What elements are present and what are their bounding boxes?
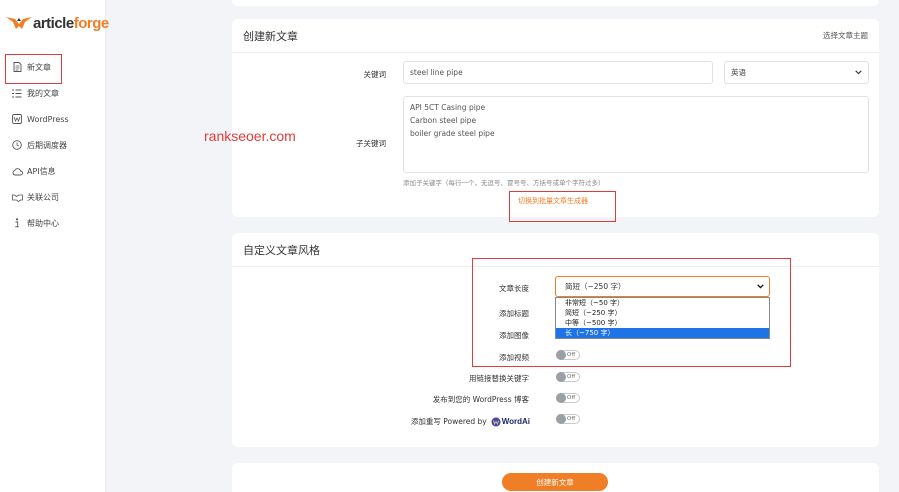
handshake-icon bbox=[11, 191, 23, 203]
sidebar-item-affiliates[interactable]: 关联公司 bbox=[0, 184, 106, 210]
select-topic-link[interactable]: 选择文章主题 bbox=[823, 30, 868, 41]
sidebar-item-wordpress[interactable]: WordPress bbox=[0, 106, 106, 132]
chevron-down-icon bbox=[757, 282, 764, 291]
link-replace-label: 用链接替换关键字 bbox=[469, 374, 529, 383]
sidebar-item-label: 关联公司 bbox=[27, 192, 59, 202]
eagle-logo-icon bbox=[6, 17, 32, 29]
wordpress-icon bbox=[11, 113, 23, 125]
length-option[interactable]: 非常短（~50 字） bbox=[556, 298, 769, 308]
sub-keyword-label: 子关键词 bbox=[356, 139, 386, 148]
sidebar: articleforge 新文章 我的文章 WordPress 后期调度器 AP… bbox=[0, 0, 109, 492]
toggle-state: Off bbox=[567, 395, 576, 401]
add-image-label: 添加图像 bbox=[499, 331, 529, 340]
sidebar-item-api[interactable]: API信息 bbox=[0, 158, 106, 184]
list-icon bbox=[11, 87, 23, 99]
toggle-knob bbox=[556, 393, 566, 403]
card-title: 自定义文章风格 bbox=[243, 244, 320, 257]
sidebar-item-scheduler[interactable]: 后期调度器 bbox=[0, 132, 106, 158]
sidebar-item-help[interactable]: 帮助中心 bbox=[0, 210, 106, 236]
toggle-knob bbox=[556, 350, 566, 360]
wordai-mark-icon bbox=[491, 417, 501, 426]
add-video-label: 添加视频 bbox=[499, 353, 529, 362]
bulk-generator-link[interactable]: 切换到批量文章生成器 bbox=[518, 196, 588, 206]
sidebar-item-label: 后期调度器 bbox=[27, 140, 67, 150]
sidebar-item-my-articles[interactable]: 我的文章 bbox=[0, 80, 106, 106]
keyword-label: 关键词 bbox=[363, 70, 387, 79]
sub-keyword-line: Carbon steel pipe bbox=[410, 116, 477, 125]
divider bbox=[232, 52, 879, 53]
sidebar-item-label: 帮助中心 bbox=[27, 218, 59, 228]
sub-keyword-textarea[interactable]: API 5CT Casing pipe Carbon steel pipe bo… bbox=[403, 96, 869, 173]
article-length-select[interactable]: 简短（~250 字） bbox=[555, 276, 770, 297]
sub-keyword-line: API 5CT Casing pipe bbox=[410, 103, 486, 112]
document-icon bbox=[11, 61, 23, 73]
logo-wordmark: articleforge bbox=[33, 14, 109, 32]
create-article-button[interactable]: 创建新文章 bbox=[502, 473, 608, 491]
watermark-text: rankseoer.com bbox=[204, 128, 296, 144]
wordai-logo: WordAi bbox=[491, 417, 530, 427]
sidebar-item-label: WordPress bbox=[27, 114, 69, 124]
add-rewrite-label: 添加重写 Powered by bbox=[410, 417, 487, 426]
sidebar-item-new-article[interactable]: 新文章 bbox=[0, 54, 106, 84]
length-option[interactable]: 简短（~250 字） bbox=[556, 308, 769, 318]
article-length-dropdown: 非常短（~50 字） 简短（~250 字） 中等（~500 字） 长（~750 … bbox=[555, 297, 770, 339]
toggle-state: Off bbox=[567, 374, 576, 380]
language-value: 英语 bbox=[731, 68, 746, 77]
article-length-label: 文章长度 bbox=[499, 284, 529, 293]
toggle-knob bbox=[556, 372, 566, 382]
chevron-down-icon bbox=[855, 68, 862, 77]
link-replace-toggle[interactable]: Off bbox=[556, 372, 580, 382]
add-title-label: 添加标题 bbox=[499, 309, 529, 318]
toggle-knob bbox=[556, 414, 566, 424]
sidebar-item-label: API信息 bbox=[27, 166, 56, 176]
keyword-input[interactable]: steel line pipe bbox=[403, 61, 713, 84]
clock-icon bbox=[11, 139, 23, 151]
publish-wordpress-label: 发布到您的 WordPress 博客 bbox=[432, 395, 529, 404]
add-video-toggle[interactable]: Off bbox=[556, 350, 580, 360]
language-select[interactable]: 英语 bbox=[724, 61, 869, 84]
toggle-state: Off bbox=[567, 416, 576, 422]
custom-style-card: 自定义文章风格 bbox=[232, 233, 879, 447]
sidebar-nav: 新文章 我的文章 WordPress 后期调度器 API信息 关联公司 帮助中心 bbox=[0, 54, 106, 236]
wordai-name: WordAi bbox=[501, 417, 530, 426]
divider bbox=[232, 266, 879, 267]
info-icon bbox=[11, 217, 23, 229]
card-title: 创建新文章 bbox=[243, 30, 298, 43]
articleforge-logo[interactable]: articleforge bbox=[6, 12, 109, 34]
length-option[interactable]: 中等（~500 字） bbox=[556, 318, 769, 328]
sub-keyword-line: boiler grade steel pipe bbox=[410, 129, 495, 138]
sub-keyword-hint: 添加子关键字（每行一个，无逗号、冒号号、方括号或单个字符过多） bbox=[403, 179, 605, 187]
article-length-value: 简短（~250 字） bbox=[565, 282, 626, 291]
publish-wordpress-toggle[interactable]: Off bbox=[556, 393, 580, 403]
add-rewrite-row: 添加重写 Powered by WordAi bbox=[380, 416, 530, 427]
sidebar-item-label: 新文章 bbox=[27, 62, 51, 72]
add-rewrite-toggle[interactable]: Off bbox=[556, 414, 580, 424]
previous-card bbox=[232, 0, 879, 6]
toggle-state: Off bbox=[567, 352, 576, 358]
length-option-selected[interactable]: 长（~750 字） bbox=[556, 328, 769, 338]
sidebar-item-label: 我的文章 bbox=[27, 88, 59, 98]
cloud-icon bbox=[11, 165, 23, 177]
